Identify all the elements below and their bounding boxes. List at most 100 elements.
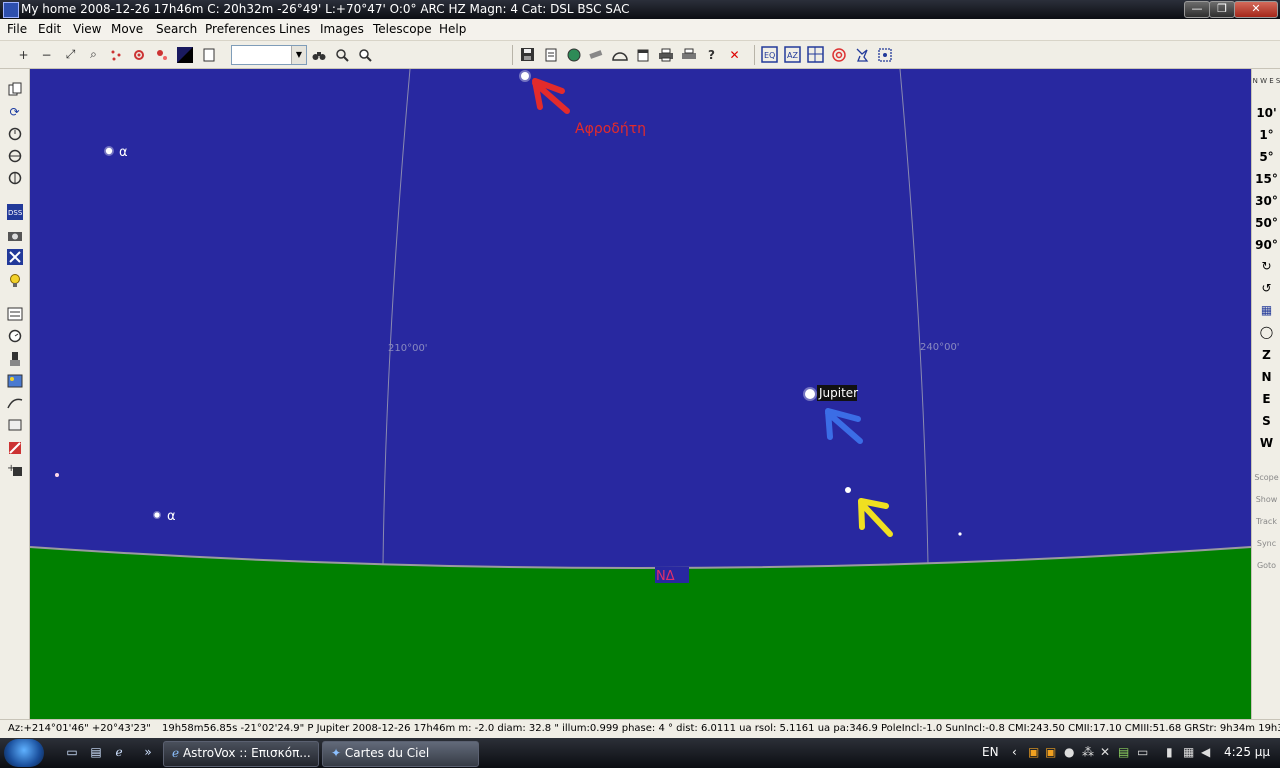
dss-icon[interactable]: DSS xyxy=(6,203,23,220)
start-button[interactable] xyxy=(4,739,44,767)
flip-horizontal-icon[interactable] xyxy=(6,147,23,164)
zoom-in-icon[interactable]: + xyxy=(15,46,32,63)
sky-chart-canvas[interactable]: 210°00' 240°00' ΝΔ Αφροδήτη α α Jupiter xyxy=(29,68,1252,719)
close-chart-icon[interactable]: ✕ xyxy=(726,46,743,63)
telescope-goto-button[interactable]: Goto xyxy=(1252,561,1280,570)
tools-icon[interactable] xyxy=(6,439,23,456)
rotate-right-icon[interactable]: ↺ xyxy=(1252,281,1280,295)
magnify-icon[interactable]: ⌕ xyxy=(85,46,102,63)
close-button[interactable]: ✕ xyxy=(1234,1,1278,18)
compass-icon[interactable]: N W E S xyxy=(1252,77,1280,85)
show-desktop-icon[interactable]: ▭ xyxy=(64,744,80,760)
menu-view[interactable]: View xyxy=(73,22,101,36)
image-icon[interactable] xyxy=(6,372,23,389)
direction-west-button[interactable]: W xyxy=(1252,436,1280,450)
save-icon[interactable] xyxy=(519,46,536,63)
refresh-icon[interactable]: ⟳ xyxy=(6,103,23,120)
eq-grid-icon[interactable]: EQ xyxy=(761,46,778,63)
az-grid-icon[interactable]: AZ xyxy=(784,46,801,63)
calendar-icon[interactable] xyxy=(634,46,651,63)
field-icon[interactable]: ▦ xyxy=(1252,303,1280,317)
tray-expand-icon[interactable]: ‹ xyxy=(1012,745,1017,759)
sky-chart[interactable]: 210°00' 240°00' ΝΔ Αφροδήτη α α Jupiter xyxy=(29,68,1252,719)
eyepiece-icon[interactable] xyxy=(6,350,23,367)
satellite-icon[interactable] xyxy=(6,248,23,265)
print-setup-icon[interactable] xyxy=(680,46,697,63)
telescope-track-button[interactable]: Track xyxy=(1252,517,1280,526)
volume-icon[interactable]: ◀ xyxy=(1201,745,1210,759)
zoom-fit-icon[interactable]: ⤢ xyxy=(62,46,79,63)
direction-east-button[interactable]: E xyxy=(1252,392,1280,406)
stars-icon[interactable] xyxy=(107,46,124,63)
highlighted-star[interactable] xyxy=(845,487,851,493)
tray-tool-icon[interactable]: ✕ xyxy=(1100,745,1110,759)
tray-power-icon[interactable]: ▮ xyxy=(1166,745,1173,759)
telescope-icon[interactable] xyxy=(588,46,605,63)
window-switcher-icon[interactable]: ▤ xyxy=(88,744,104,760)
alpha-star-2[interactable] xyxy=(154,512,160,518)
maximize-button[interactable]: ❐ xyxy=(1209,1,1235,18)
help-icon[interactable]: ? xyxy=(703,46,720,63)
telescope-sync-button[interactable]: Sync xyxy=(1252,539,1280,548)
tray-network-icon[interactable]: ⁂ xyxy=(1082,745,1094,759)
direction-south-button[interactable]: S xyxy=(1252,414,1280,428)
rotate-left-icon[interactable]: ↻ xyxy=(1252,259,1280,273)
direction-zenith-button[interactable]: Z xyxy=(1252,348,1280,362)
menu-search[interactable]: Search xyxy=(156,22,197,36)
tray-user-icon[interactable]: ● xyxy=(1064,745,1074,759)
list-icon[interactable] xyxy=(6,305,23,322)
fov-50deg-button[interactable]: 50° xyxy=(1252,216,1280,230)
curve-icon[interactable] xyxy=(6,394,23,411)
star[interactable] xyxy=(55,473,59,477)
find-object-icon[interactable] xyxy=(356,46,373,63)
menu-images[interactable]: Images xyxy=(320,22,364,36)
zoom-out-icon[interactable]: − xyxy=(38,46,55,63)
menu-lines[interactable]: Lines xyxy=(279,22,310,36)
fov-15deg-button[interactable]: 15° xyxy=(1252,172,1280,186)
tray-display-icon[interactable]: ▭ xyxy=(1137,745,1148,759)
lightbulb-icon[interactable] xyxy=(6,272,23,289)
star[interactable] xyxy=(958,532,962,536)
grid-icon[interactable] xyxy=(807,46,824,63)
document-icon[interactable] xyxy=(542,46,559,63)
menu-file[interactable]: File xyxy=(7,22,27,36)
venus-planet[interactable] xyxy=(521,72,529,80)
menu-preferences[interactable]: Preferences xyxy=(205,22,276,36)
telescope-scope-button[interactable]: Scope xyxy=(1252,473,1280,482)
taskbar-item-cartes-du-ciel[interactable]: ✦ Cartes du Ciel xyxy=(322,741,479,767)
tray-app-icon[interactable]: ▤ xyxy=(1118,745,1129,759)
more-quicklaunch-icon[interactable]: » xyxy=(140,744,156,760)
add-object-icon[interactable]: + xyxy=(6,461,23,478)
tray-app-icon[interactable]: ▣ xyxy=(1045,745,1056,759)
printer-icon[interactable] xyxy=(657,46,674,63)
all-sky-icon[interactable]: ◯ xyxy=(1252,325,1280,339)
telescope-show-button[interactable]: Show xyxy=(1252,495,1280,504)
chevron-down-icon[interactable]: ▼ xyxy=(291,46,306,64)
night-vision-icon[interactable] xyxy=(176,46,193,63)
tray-app-icon[interactable]: ▣ xyxy=(1028,745,1039,759)
constellation-icon[interactable] xyxy=(853,46,870,63)
fov-1deg-button[interactable]: 1° xyxy=(1252,128,1280,142)
language-indicator[interactable]: EN xyxy=(982,745,999,759)
jupiter-planet[interactable] xyxy=(805,389,815,399)
menu-edit[interactable]: Edit xyxy=(38,22,61,36)
target-icon[interactable] xyxy=(830,46,847,63)
clock[interactable]: 4:25 μμ xyxy=(1224,745,1270,759)
menu-help[interactable]: Help xyxy=(439,22,466,36)
tray-network-status-icon[interactable]: ▦ xyxy=(1183,745,1194,759)
clock-icon[interactable] xyxy=(6,327,23,344)
camera-icon[interactable] xyxy=(6,226,23,243)
dome-icon[interactable] xyxy=(611,46,628,63)
direction-north-button[interactable]: N xyxy=(1252,370,1280,384)
fov-90deg-button[interactable]: 90° xyxy=(1252,238,1280,252)
flip-vertical-icon[interactable] xyxy=(6,169,23,186)
page-icon[interactable] xyxy=(200,46,217,63)
menu-telescope[interactable]: Telescope xyxy=(373,22,432,36)
fov-5deg-button[interactable]: 5° xyxy=(1252,150,1280,164)
copy-icon[interactable] xyxy=(6,80,23,97)
nebula-icon[interactable] xyxy=(130,46,147,63)
scroll-icon[interactable] xyxy=(6,416,23,433)
rotate-icon[interactable] xyxy=(6,125,23,142)
constellation-boundary-icon[interactable] xyxy=(876,46,893,63)
taskbar-item-astrovox[interactable]: ℯ AstroVox :: Επισκόπ... xyxy=(163,741,319,767)
